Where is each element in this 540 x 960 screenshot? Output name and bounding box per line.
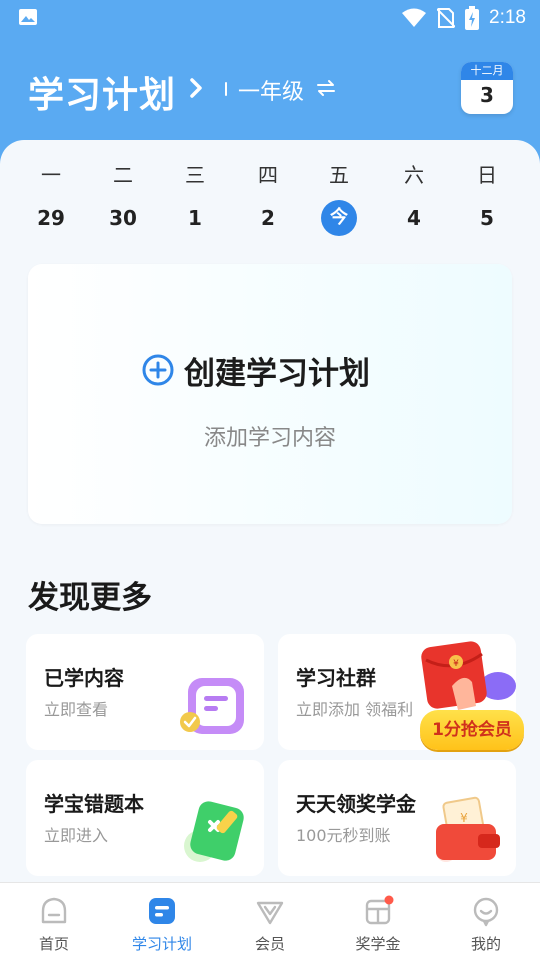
plan-subtitle: 添加学习内容 bbox=[203, 426, 336, 451]
nav-home[interactable]: 首页 bbox=[0, 883, 108, 960]
calendar-month: 十二月 bbox=[461, 62, 513, 80]
today-badge: 今 bbox=[321, 200, 357, 236]
date-label: 5 bbox=[480, 206, 494, 230]
scholarship-tile[interactable]: 天天领奖学金 100元秒到账 ¥ bbox=[278, 760, 516, 876]
status-bar: 2:18 bbox=[0, 0, 540, 36]
wallet-icon: ¥ bbox=[436, 796, 500, 862]
profile-icon bbox=[473, 897, 499, 927]
nav-profile[interactable]: 我的 bbox=[432, 883, 540, 960]
day-wed[interactable]: 三 1 bbox=[170, 160, 220, 236]
tile-title: 天天领奖学金 bbox=[296, 792, 416, 816]
study-plan-icon bbox=[149, 898, 175, 924]
page-title[interactable]: 学习计划 bbox=[28, 66, 176, 118]
day-sat[interactable]: 六 4 bbox=[389, 160, 439, 236]
calendar-button[interactable]: 十二月 3 bbox=[461, 62, 513, 114]
weekday-label: 一 bbox=[41, 163, 61, 187]
learned-content-tile[interactable]: 已学内容 立即查看 bbox=[26, 634, 264, 750]
date-label: 1 bbox=[188, 206, 202, 230]
nav-label: 奖学金 bbox=[355, 935, 401, 953]
weekday-label: 五 bbox=[329, 163, 349, 187]
gallery-icon bbox=[19, 9, 37, 25]
nav-label: 我的 bbox=[470, 935, 501, 953]
weekday-label: 六 bbox=[404, 163, 424, 187]
red-envelope-icon: ¥ bbox=[421, 641, 516, 710]
mistake-book-tile[interactable]: 学宝错题本 立即进入 bbox=[26, 760, 264, 876]
main-panel: 一 29 二 30 三 1 四 2 五 今 六 4 日 5 创建学习计划 添加学… bbox=[0, 140, 540, 882]
tile-title: 已学内容 bbox=[44, 666, 124, 690]
plan-card[interactable]: 创建学习计划 添加学习内容 bbox=[28, 264, 512, 524]
clock: 2:18 bbox=[489, 7, 526, 28]
svg-text:¥: ¥ bbox=[460, 811, 468, 825]
nav-study-plan[interactable]: 学习计划 bbox=[108, 883, 216, 960]
create-plan-label: 创建学习计划 bbox=[184, 355, 370, 392]
grade-selector[interactable]: 一年级 bbox=[238, 74, 304, 106]
date-label: 2 bbox=[261, 206, 275, 230]
chevron-right-icon[interactable] bbox=[186, 74, 206, 102]
tile-title: 学习社群 bbox=[296, 666, 376, 690]
wifi-icon bbox=[402, 8, 427, 27]
day-fri-today[interactable]: 五 今 bbox=[314, 160, 364, 236]
weekday-label: 二 bbox=[113, 163, 133, 187]
tile-subtitle: 立即添加 领福利 bbox=[296, 700, 414, 719]
weekday-label: 日 bbox=[477, 163, 497, 187]
divider bbox=[225, 82, 227, 96]
tile-title: 学宝错题本 bbox=[44, 792, 144, 816]
notebook-icon bbox=[184, 801, 244, 862]
battery-icon bbox=[465, 6, 480, 30]
weekday-label: 四 bbox=[258, 163, 278, 187]
tile-subtitle: 立即查看 bbox=[44, 700, 109, 719]
section-title: 发现更多 bbox=[28, 580, 152, 616]
day-mon[interactable]: 一 29 bbox=[26, 160, 76, 236]
day-thu[interactable]: 四 2 bbox=[243, 160, 293, 236]
gift-box-icon bbox=[365, 895, 394, 925]
nav-scholarship[interactable]: 奖学金 bbox=[324, 883, 432, 960]
week-strip: 一 29 二 30 三 1 四 2 五 今 六 4 日 5 bbox=[0, 160, 540, 240]
svg-text:¥: ¥ bbox=[453, 659, 459, 669]
document-icon bbox=[180, 678, 244, 734]
vip-promo-badge[interactable]: 1分抢会员 bbox=[420, 710, 524, 750]
date-label: 29 bbox=[37, 206, 65, 230]
switch-icon[interactable] bbox=[316, 78, 336, 98]
bottom-nav: 首页 学习计划 会员 奖学金 我的 bbox=[0, 882, 540, 960]
nav-label: 首页 bbox=[38, 935, 69, 953]
calendar-day: 3 bbox=[480, 83, 494, 107]
header: 学习计划 一年级 十二月 3 bbox=[0, 52, 540, 132]
no-sim-icon bbox=[437, 8, 456, 28]
nav-label: 会员 bbox=[254, 935, 285, 953]
create-plan-button[interactable]: 创建学习计划 bbox=[142, 350, 370, 392]
add-circle-icon bbox=[142, 354, 174, 386]
home-icon bbox=[41, 897, 67, 924]
day-sun[interactable]: 日 5 bbox=[462, 160, 512, 236]
day-tue[interactable]: 二 30 bbox=[98, 160, 148, 236]
vip-icon bbox=[256, 901, 284, 925]
nav-label: 学习计划 bbox=[131, 935, 192, 953]
nav-vip[interactable]: 会员 bbox=[216, 883, 324, 960]
date-label: 4 bbox=[407, 206, 421, 230]
tile-subtitle: 100元秒到账 bbox=[296, 826, 391, 845]
weekday-label: 三 bbox=[185, 163, 205, 187]
date-label: 30 bbox=[109, 206, 137, 230]
tile-subtitle: 立即进入 bbox=[44, 826, 109, 845]
